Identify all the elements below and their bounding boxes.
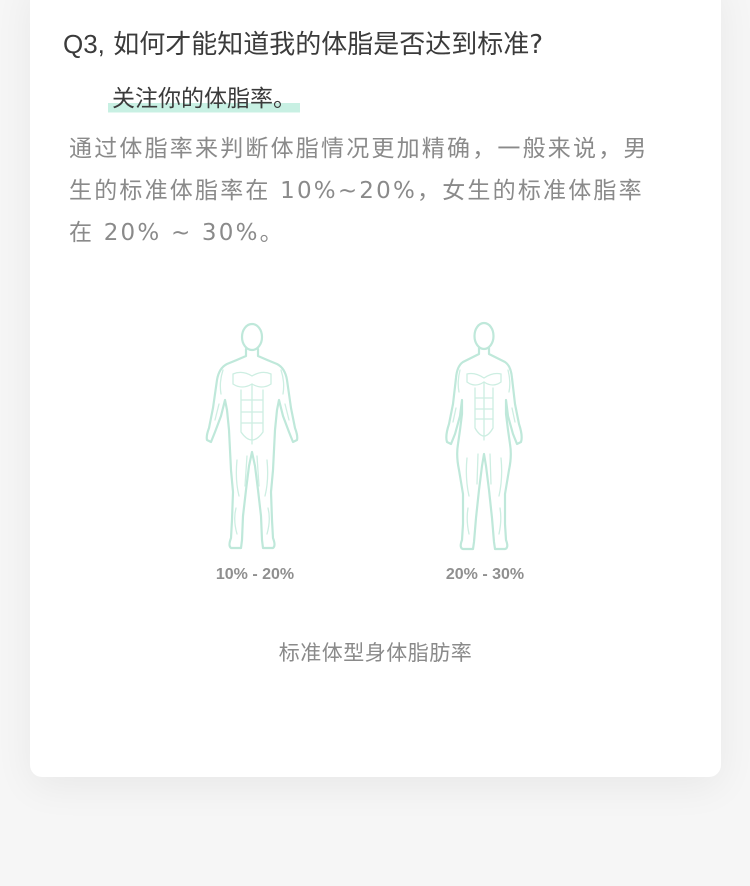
description-paragraph: 通过体脂率来判断体脂情况更加精确，一般来说，男生的标准体脂率在 10%~20%，…: [69, 136, 649, 246]
male-body-icon: [197, 320, 307, 554]
figure-caption: 标准体型身体脂肪率: [278, 641, 473, 665]
male-fat-range-label: 10% - 20%: [215, 566, 295, 583]
female-body-icon: [429, 320, 539, 554]
content-card: Q3, 如何才能知道我的体脂是否达到标准? 关注你的体脂率。 通过体脂率来判断体…: [30, 0, 721, 777]
question-title: Q3, 如何才能知道我的体脂是否达到标准?: [63, 27, 543, 62]
highlighted-answer: 关注你的体脂率。: [108, 83, 300, 115]
question-text: 如何才能知道我的体脂是否达到标准?: [113, 30, 543, 60]
female-fat-range-label: 20% - 30%: [445, 566, 525, 583]
question-number: Q3,: [63, 29, 105, 59]
